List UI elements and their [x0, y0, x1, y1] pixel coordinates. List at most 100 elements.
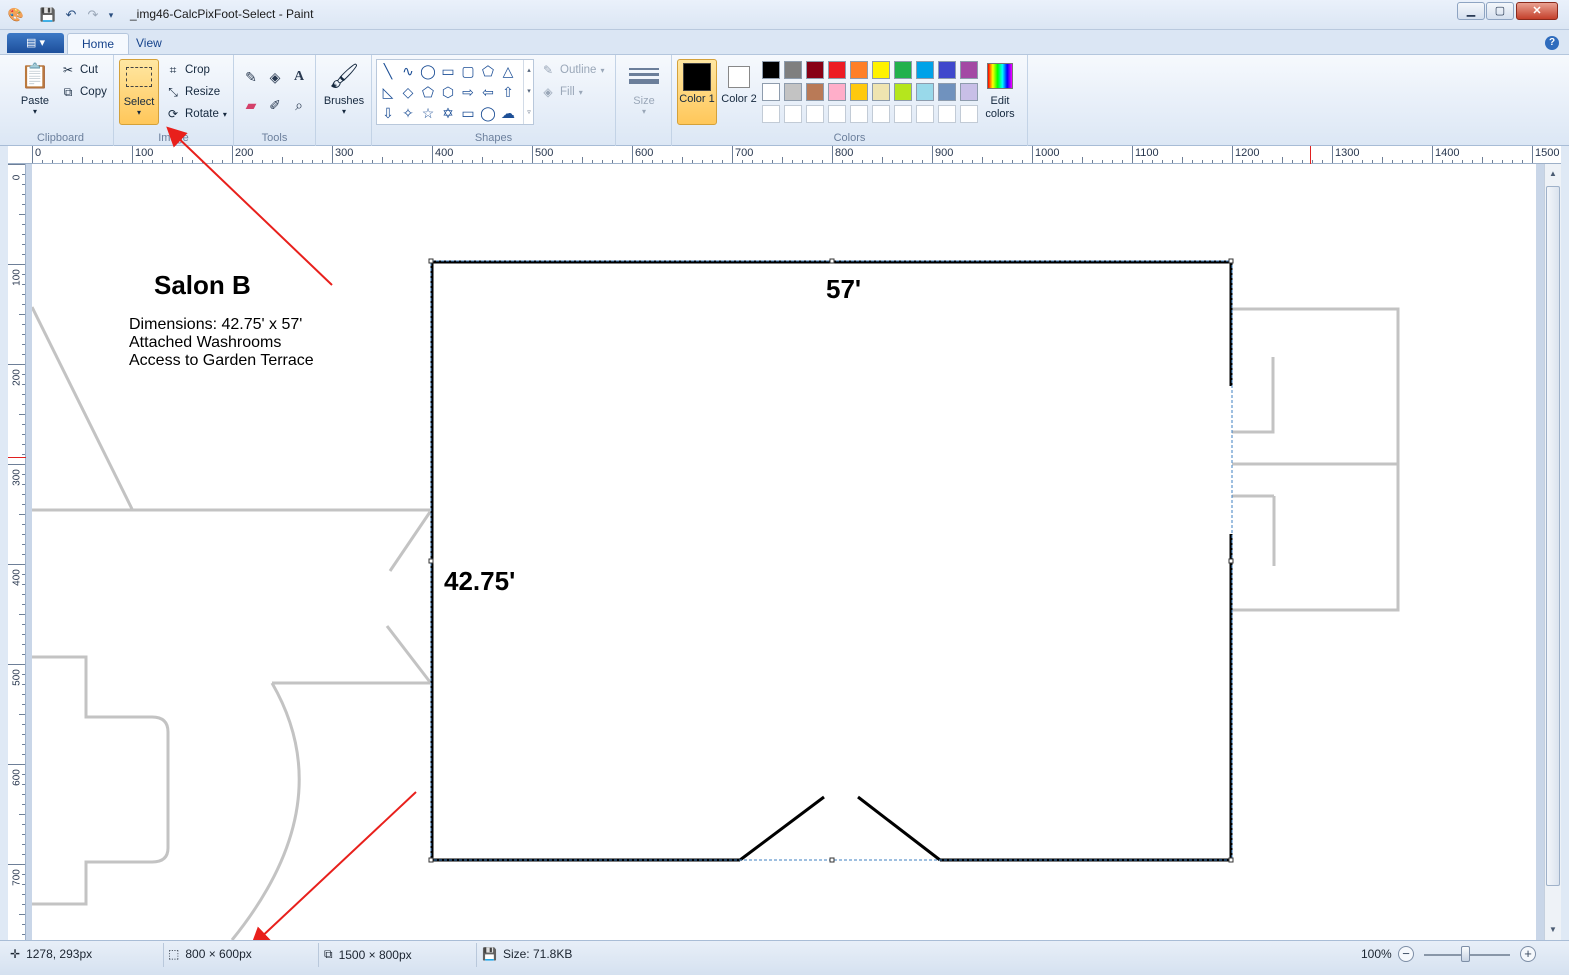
six-point-star-shape-icon[interactable]: ✡ — [439, 104, 457, 122]
right-arrow-shape-icon[interactable]: ⇨ — [459, 83, 477, 101]
rotate-button[interactable]: ⟳ Rotate ▾ — [165, 104, 227, 124]
edit-colors-label: Edit colors — [985, 95, 1015, 120]
minimize-button[interactable]: ▁ — [1457, 2, 1485, 20]
color-swatch[interactable] — [872, 83, 890, 101]
five-point-star-shape-icon[interactable]: ☆ — [419, 104, 437, 122]
ruler-minor-tick — [22, 384, 25, 385]
fill-bucket-icon[interactable]: ◈ — [265, 67, 285, 87]
color-swatch[interactable] — [872, 61, 890, 79]
color-swatch[interactable] — [850, 83, 868, 101]
zoom-out-icon[interactable]: − — [1398, 946, 1414, 962]
color-swatch[interactable] — [806, 61, 824, 79]
color-swatch[interactable] — [850, 61, 868, 79]
text-icon[interactable]: A — [289, 67, 309, 87]
paste-button[interactable]: 📋 Paste ▾ — [12, 59, 58, 117]
scroll-thumb[interactable] — [1546, 186, 1560, 886]
save-icon[interactable]: 💾 — [38, 6, 58, 24]
select-button[interactable]: Select ▾ — [119, 59, 159, 125]
diamond-shape-icon[interactable]: ◇ — [399, 83, 417, 101]
color-swatch[interactable] — [938, 61, 956, 79]
brushes-dropdown-icon[interactable]: ▾ — [321, 107, 367, 116]
color-swatch[interactable] — [762, 83, 780, 101]
customize-toolbar-icon[interactable]: ▾ — [104, 6, 118, 24]
paint-app-icon[interactable]: 🎨 — [6, 6, 26, 24]
rectangle-shape-icon[interactable]: ▭ — [439, 62, 457, 80]
rounded-rectangle-shape-icon[interactable]: ▢ — [459, 62, 477, 80]
line-shape-icon[interactable]: ╲ — [379, 62, 397, 80]
color-swatch[interactable] — [938, 83, 956, 101]
redo-icon[interactable]: ↷ — [84, 6, 102, 24]
rounded-callout-shape-icon[interactable]: ▭ — [459, 104, 477, 122]
down-arrow-shape-icon[interactable]: ⇩ — [379, 104, 397, 122]
color-swatch[interactable] — [872, 105, 890, 123]
color-swatch[interactable] — [916, 61, 934, 79]
color-swatch[interactable] — [960, 83, 978, 101]
left-arrow-shape-icon[interactable]: ⇦ — [479, 83, 497, 101]
color-swatch[interactable] — [938, 105, 956, 123]
color-swatch[interactable] — [894, 105, 912, 123]
four-point-star-shape-icon[interactable]: ✧ — [399, 104, 417, 122]
curve-shape-icon[interactable]: ∿ — [399, 62, 417, 80]
horizontal-ruler: 0 100 200 300 400 500 600 700 800 900 1000 1100 1200… — [8, 146, 1561, 164]
pentagon-shape-icon[interactable]: ⬠ — [419, 83, 437, 101]
color2-button[interactable]: Color 2 — [720, 59, 758, 125]
tab-view[interactable]: View — [122, 33, 176, 54]
color-swatch[interactable] — [960, 105, 978, 123]
magnifier-icon[interactable]: ⌕ — [289, 95, 309, 115]
drawing-canvas[interactable]: Salon B Dimensions: 42.75' x 57' Attache… — [32, 164, 1536, 940]
color-swatch[interactable] — [828, 105, 846, 123]
color-swatch[interactable] — [850, 105, 868, 123]
color-swatch[interactable] — [784, 83, 802, 101]
zoom-slider-thumb[interactable] — [1461, 946, 1470, 962]
cut-button[interactable]: ✂ Cut — [60, 60, 98, 80]
scroll-down-icon[interactable]: ▼ — [1545, 922, 1561, 938]
close-button[interactable]: ✕ — [1516, 2, 1558, 20]
polygon-shape-icon[interactable]: ⬠ — [479, 62, 497, 80]
color-swatch[interactable] — [894, 61, 912, 79]
hexagon-shape-icon[interactable]: ⬡ — [439, 83, 457, 101]
color-swatch[interactable] — [894, 83, 912, 101]
zoom-in-icon[interactable]: + — [1520, 946, 1536, 962]
size-button[interactable]: Size ▾ — [624, 59, 664, 116]
color1-button[interactable]: Color 1 — [677, 59, 717, 125]
scroll-up-icon[interactable]: ▲ — [1545, 166, 1561, 182]
ruler-minor-tick — [252, 160, 253, 163]
color-picker-icon[interactable]: ✐ — [265, 95, 285, 115]
color-swatch[interactable] — [916, 105, 934, 123]
crop-button[interactable]: ⌗ Crop — [165, 60, 210, 80]
ruler-minor-tick — [442, 160, 443, 163]
oval-callout-shape-icon[interactable]: ◯ — [479, 104, 497, 122]
color-swatch[interactable] — [784, 105, 802, 123]
select-dropdown-icon[interactable]: ▾ — [120, 108, 158, 117]
color-swatch[interactable] — [828, 83, 846, 101]
copy-button[interactable]: ⧉ Copy — [60, 82, 107, 102]
paint-menu-button[interactable]: ▤ ▾ — [7, 33, 64, 53]
edit-colors-button[interactable]: Edit colors — [978, 59, 1022, 121]
color-swatch[interactable] — [828, 61, 846, 79]
triangle-shape-icon[interactable]: △ — [499, 62, 517, 80]
up-arrow-shape-icon[interactable]: ⇧ — [499, 83, 517, 101]
color-swatch[interactable] — [806, 83, 824, 101]
right-triangle-shape-icon[interactable]: ◺ — [379, 83, 397, 101]
brushes-button[interactable]: 🖌 Brushes ▾ — [321, 59, 367, 117]
color-swatch[interactable] — [784, 61, 802, 79]
outline-button[interactable]: ✎ Outline ▾ — [540, 60, 604, 80]
help-icon[interactable]: ? — [1545, 36, 1559, 50]
tab-home[interactable]: Home — [67, 33, 130, 54]
paste-dropdown-icon[interactable]: ▾ — [12, 107, 58, 116]
color-swatch[interactable] — [762, 105, 780, 123]
pencil-icon[interactable]: ✎ — [241, 67, 261, 87]
color-swatch[interactable] — [762, 61, 780, 79]
resize-button[interactable]: ⤡ Resize — [165, 82, 220, 102]
color-swatch[interactable] — [916, 83, 934, 101]
color-swatch[interactable] — [960, 61, 978, 79]
eraser-icon[interactable]: ▰ — [241, 95, 261, 115]
shapes-gallery-scroll[interactable]: ▴ ▾ ▿ — [523, 60, 534, 124]
vertical-scrollbar[interactable]: ▲ ▼ — [1544, 164, 1561, 940]
cloud-callout-shape-icon[interactable]: ☁ — [499, 104, 517, 122]
color-swatch[interactable] — [806, 105, 824, 123]
fill-button[interactable]: ◈ Fill ▾ — [540, 82, 582, 102]
maximize-button[interactable]: ▢ — [1486, 2, 1514, 20]
oval-shape-icon[interactable]: ◯ — [419, 62, 437, 80]
undo-icon[interactable]: ↶ — [62, 6, 80, 24]
